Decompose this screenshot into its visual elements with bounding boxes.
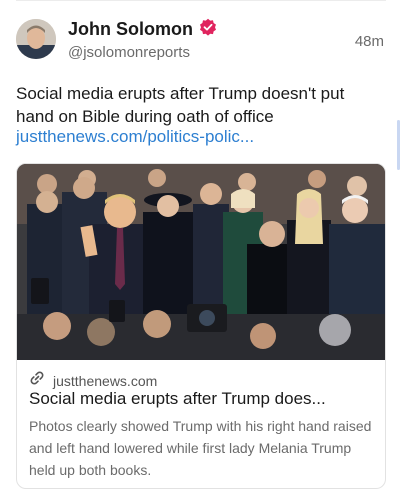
link-icon — [29, 370, 45, 391]
author-handle[interactable]: @jsolomonreports — [68, 44, 190, 61]
post-text: Social media erupts after Trump doesn't … — [16, 84, 345, 126]
article-photo — [17, 164, 385, 360]
scrollbar[interactable] — [397, 120, 400, 170]
author-name[interactable]: John Solomon — [68, 19, 193, 40]
post-link[interactable]: justthenews.com/politics-polic... — [16, 127, 254, 147]
avatar[interactable] — [16, 19, 56, 59]
author-row: John Solomon — [68, 18, 217, 41]
top-divider — [16, 0, 386, 1]
link-preview-card[interactable]: justthenews.com Social media erupts afte… — [16, 163, 386, 489]
link-card-description: Photos clearly showed Trump with his rig… — [29, 418, 372, 478]
link-domain: justthenews.com — [53, 372, 158, 389]
verified-badge-icon — [199, 18, 217, 41]
link-domain-row: justthenews.com — [29, 370, 157, 391]
link-card-title[interactable]: Social media erupts after Trump does... — [29, 389, 377, 409]
post-timestamp: 48m — [354, 33, 384, 50]
